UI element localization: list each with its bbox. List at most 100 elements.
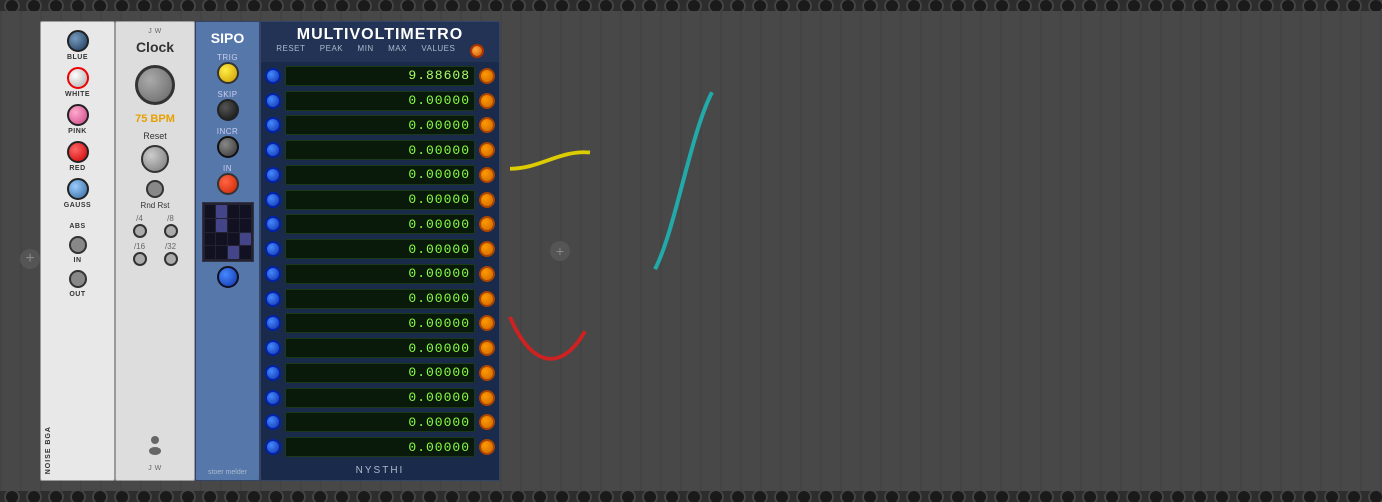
gauss-knob[interactable] [67,178,89,200]
out-label: OUT [69,291,85,298]
multi-header-jack[interactable] [470,44,484,58]
perf-bottom-51 [1126,491,1142,502]
row-8-jack-right[interactable] [479,266,495,282]
multi-row-9: 0.00000 [265,287,495,311]
row-5-jack-left[interactable] [265,192,281,208]
multi-rows: 9.88608 0.00000 0.00000 [261,62,499,461]
subtitle-reset[interactable]: RESET [276,44,305,58]
clock-bpm-knob[interactable] [135,65,175,105]
perf-bottom-57 [1258,491,1274,502]
perf-top-57 [1258,0,1274,11]
multi-title: MULTIVOLTIMETRO [269,26,491,44]
sipo-output-jack[interactable] [217,266,239,288]
pink-label: PINK [68,128,87,135]
perf-bottom-18 [400,491,416,502]
sipo-matrix [202,202,254,262]
row-10-jack-left[interactable] [265,315,281,331]
divider-8-jack[interactable] [164,224,178,238]
row-11-jack-left[interactable] [265,340,281,356]
row-9-jack-right[interactable] [479,291,495,307]
divider-16-jack[interactable] [133,252,147,266]
perf-top-51 [1126,0,1142,11]
row-14-jack-left[interactable] [265,414,281,430]
perf-top-54 [1192,0,1208,11]
perf-top-40 [884,0,900,11]
row-2-jack-left[interactable] [265,117,281,133]
multi-row-7: 0.00000 [265,237,495,261]
rndrst-jack[interactable] [146,180,164,198]
perf-top-9 [202,0,218,11]
perf-top-56 [1236,0,1252,11]
perf-top-37 [818,0,834,11]
row-6-jack-left[interactable] [265,216,281,232]
add-module-left-button[interactable]: + [20,249,40,269]
perf-top-7 [158,0,174,11]
perf-bottom-30 [664,491,680,502]
row-9-jack-left[interactable] [265,291,281,307]
incr-knob[interactable] [217,136,239,158]
out-jack[interactable] [69,270,87,288]
trig-jack[interactable] [217,62,239,84]
perf-bottom-23 [510,491,526,502]
blue-label: BLUE [67,54,88,61]
row-11-jack-right[interactable] [479,340,495,356]
row-1-jack-right[interactable] [479,93,495,109]
plus-icon: + [25,250,34,268]
row-3-jack-left[interactable] [265,142,281,158]
row-1-jack-left[interactable] [265,93,281,109]
row-13-jack-right[interactable] [479,390,495,406]
perf-top-55 [1214,0,1230,11]
row-4-jack-right[interactable] [479,167,495,183]
perf-bottom-39 [862,491,878,502]
row-14-jack-right[interactable] [479,414,495,430]
perf-bottom-27 [598,491,614,502]
row-7-jack-right[interactable] [479,241,495,257]
sipo-trig-section: TRIG [200,53,255,84]
divider-32-jack[interactable] [164,252,178,266]
perf-bottom-25 [554,491,570,502]
row-0-jack-left[interactable] [265,68,281,84]
blue-knob[interactable] [67,30,89,52]
row-2-jack-right[interactable] [479,117,495,133]
perf-bottom-17 [378,491,394,502]
row-13-jack-left[interactable] [265,390,281,406]
row-0-jack-right[interactable] [479,68,495,84]
row-8-jack-left[interactable] [265,266,281,282]
cell-15 [240,246,251,259]
skip-jack[interactable] [217,99,239,121]
perf-top-13 [290,0,306,11]
in-label: IN [223,164,232,173]
row-12-jack-left[interactable] [265,365,281,381]
in-jack[interactable] [69,236,87,254]
row-7-jack-left[interactable] [265,241,281,257]
perf-bottom-31 [686,491,702,502]
perf-top-28 [620,0,636,11]
perf-top-45 [994,0,1010,11]
white-knob[interactable] [67,67,89,89]
divider-4-jack[interactable] [133,224,147,238]
cell-5 [216,219,227,232]
rndrst-label: Rnd Rst [141,201,170,210]
row-15-jack-left[interactable] [265,439,281,455]
row-4-jack-left[interactable] [265,167,281,183]
row-5-jack-right[interactable] [479,192,495,208]
add-module-right-button[interactable]: + [550,241,570,261]
subtitle-min[interactable]: MIN [358,44,374,58]
row-6-jack-right[interactable] [479,216,495,232]
subtitle-max[interactable]: MAX [388,44,407,58]
in-jack[interactable] [217,173,239,195]
reset-knob[interactable] [141,145,169,173]
multi-row-5: 0.00000 [265,188,495,212]
cell-0 [205,205,216,218]
pink-knob[interactable] [67,104,89,126]
row-10-jack-right[interactable] [479,315,495,331]
perf-top-30 [664,0,680,11]
perf-bottom-37 [818,491,834,502]
subtitle-peak[interactable]: PEAK [320,44,343,58]
perf-top-14 [312,0,328,11]
perf-top-33 [730,0,746,11]
row-12-jack-right[interactable] [479,365,495,381]
row-3-jack-right[interactable] [479,142,495,158]
row-15-jack-right[interactable] [479,439,495,455]
red-knob[interactable] [67,141,89,163]
